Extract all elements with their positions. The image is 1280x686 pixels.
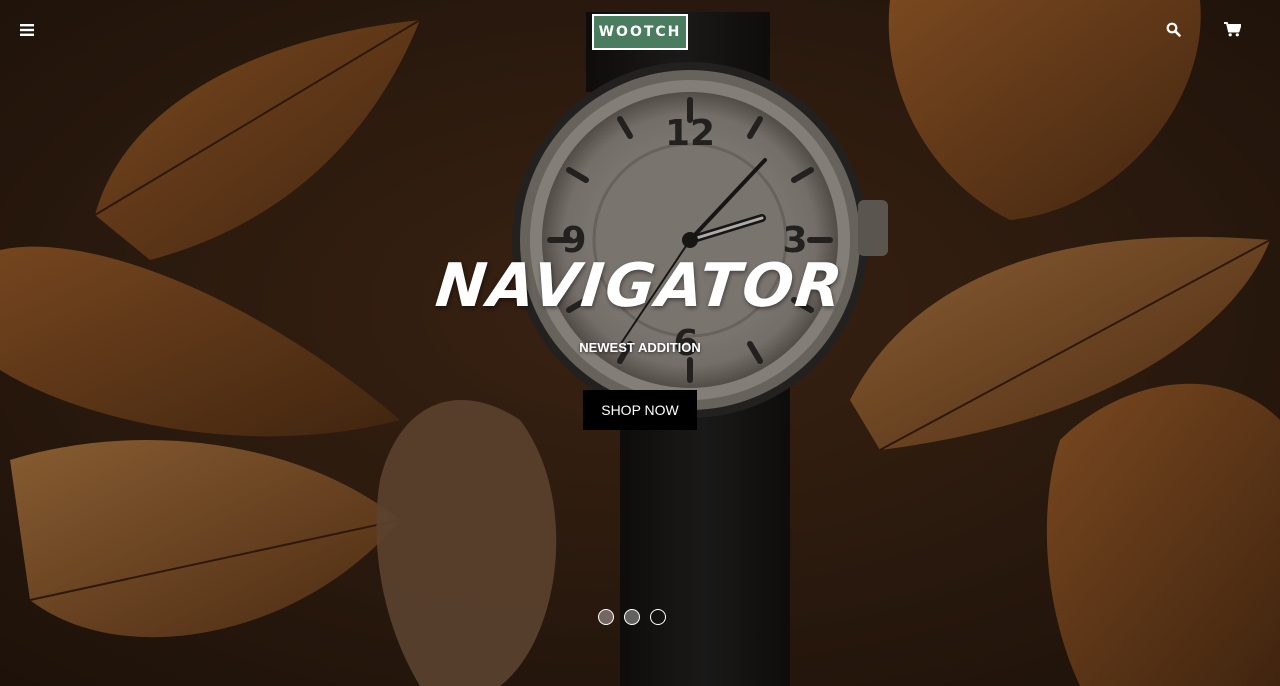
logo-text: WOOTCH [598, 24, 682, 40]
menu-button[interactable] [12, 20, 42, 44]
hero-title: NAVIGATOR [432, 251, 848, 321]
site-logo[interactable]: WOOTCH [592, 14, 688, 50]
cart-button[interactable] [1218, 20, 1246, 44]
carousel-dots [598, 606, 682, 628]
carousel-dot-2[interactable] [624, 609, 640, 625]
cart-icon [1223, 22, 1241, 42]
hamburger-icon [20, 23, 34, 41]
carousel-dot-3[interactable] [650, 609, 666, 625]
shop-now-button[interactable]: SHOP NOW [583, 390, 697, 430]
search-button[interactable] [1160, 20, 1186, 44]
carousel-dot-1[interactable] [598, 609, 614, 625]
hero-subtitle: NEWEST ADDITION [579, 340, 701, 355]
search-icon [1166, 22, 1181, 42]
hero-section: 12 3 6 9 WOOTCH [0, 0, 1280, 686]
